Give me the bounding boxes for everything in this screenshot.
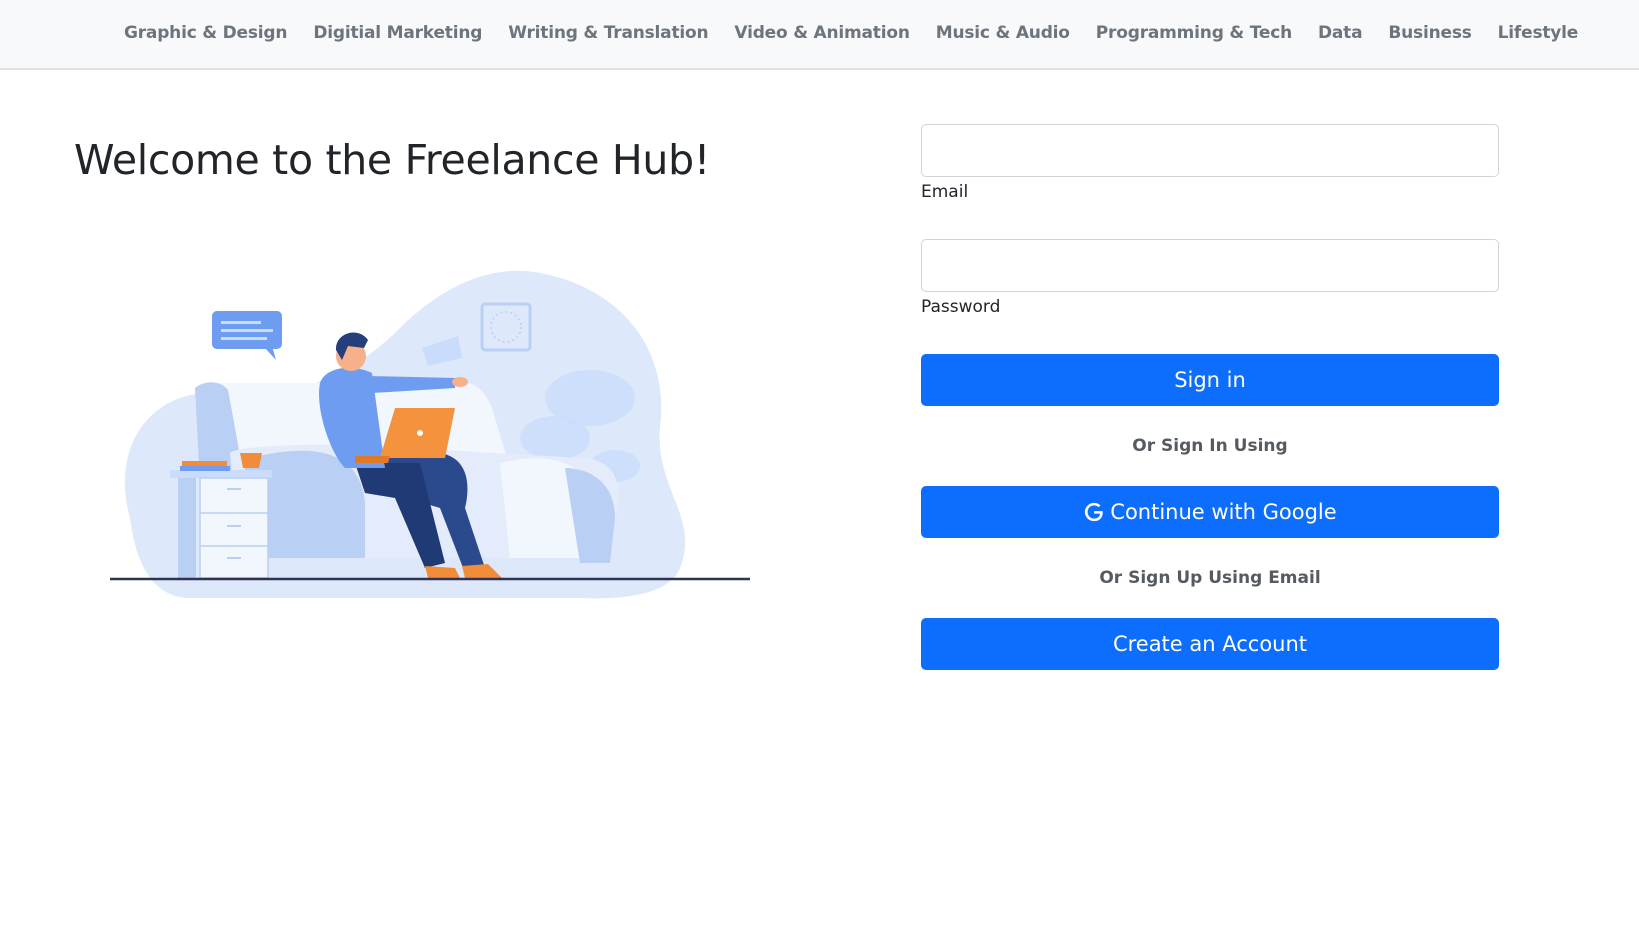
category-navbar: Graphic & Design Digitial Marketing Writ… [0,0,1639,70]
nav-link-programming-tech[interactable]: Programming & Tech [1096,23,1292,43]
nav-link-graphic-design[interactable]: Graphic & Design [124,23,288,43]
sign-in-form: Email Password Sign in Or Sign In Using … [921,124,1499,670]
nav-item: Data [1318,23,1363,43]
nav-link-writing-translation[interactable]: Writing & Translation [508,23,708,43]
password-input[interactable] [921,239,1499,292]
password-label: Password [921,297,1001,317]
nav-item: Business [1388,23,1471,43]
nav-item: Graphic & Design [124,23,288,43]
nav-item: Writing & Translation [508,23,708,43]
nav-link-data[interactable]: Data [1318,23,1363,43]
nav-link-video-animation[interactable]: Video & Animation [734,23,910,43]
google-sign-in-button[interactable]: Continue with Google [921,486,1499,538]
category-list: Graphic & Design Digitial Marketing Writ… [124,0,1604,66]
or-sign-up-text: Or Sign Up Using Email [1099,568,1321,588]
sign-in-button-label: Sign in [1174,368,1246,392]
or-sign-in-text: Or Sign In Using [1132,436,1288,456]
nav-link-music-audio[interactable]: Music & Audio [936,23,1070,43]
email-label: Email [921,182,969,202]
nav-link-business[interactable]: Business [1388,23,1471,43]
nav-link-lifestyle[interactable]: Lifestyle [1498,23,1579,43]
nav-item: Lifestyle [1498,23,1579,43]
email-input[interactable] [921,124,1499,177]
create-account-button-label: Create an Account [1112,632,1308,656]
google-button-label: Continue with Google [1110,500,1337,524]
sign-in-button[interactable]: Sign in [921,354,1499,406]
nav-link-digital-marketing[interactable]: Digitial Marketing [313,23,482,43]
create-account-button[interactable]: Create an Account [921,618,1499,670]
page-title: Welcome to the Freelance Hub! [74,136,710,184]
person-with-laptop-illustration [110,270,750,599]
nav-item: Programming & Tech [1096,23,1292,43]
nav-item: Video & Animation [734,23,910,43]
google-icon [1085,502,1104,522]
nav-item: Digitial Marketing [313,23,482,43]
nav-item: Music & Audio [936,23,1070,43]
